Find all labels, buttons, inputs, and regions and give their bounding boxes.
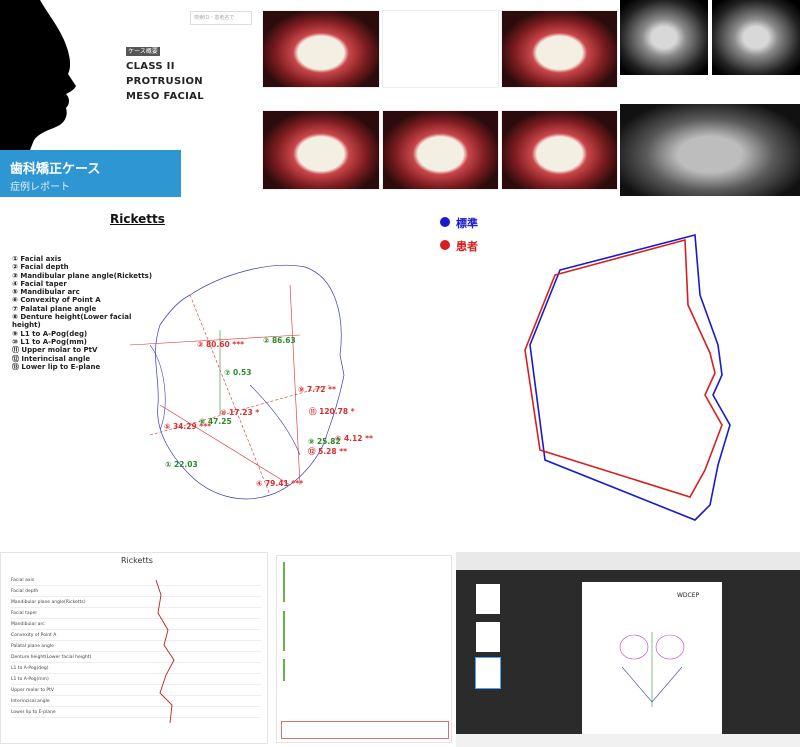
legend-patient-dot — [440, 240, 450, 250]
table-row: Convexity of Point A — [11, 630, 261, 641]
table-row: L1 to A-Pog(deg) — [11, 663, 261, 674]
notes-block — [283, 611, 363, 651]
ricketts-title: Ricketts — [110, 212, 165, 226]
value-label: ⑩ 17.23 * — [220, 408, 260, 417]
table-row: Palatal plane angle — [11, 641, 261, 652]
notes-warning — [281, 721, 449, 739]
case-cover: 検索ID・患者名で ケース概要 CLASS II PROTRUSION MESO… — [0, 0, 262, 197]
table-body: Facial axis Facial depth Mandibular plan… — [11, 575, 261, 718]
empty-photo-slot — [382, 10, 499, 88]
pdf-viewer: WDCEP — [456, 552, 800, 747]
report-title: 歯科矯正ケース — [10, 162, 101, 177]
legend-standard-dot — [440, 217, 450, 227]
legend-standard-label: 標準 — [456, 217, 478, 230]
table-row: Mandibular plane angle(Ricketts) — [11, 597, 261, 608]
case-facial: MESO FACIAL — [126, 91, 204, 102]
profile-comparison — [524, 233, 731, 521]
search-input[interactable]: 検索ID・患者名で — [190, 11, 252, 25]
case-profile: PROTRUSION — [126, 76, 203, 87]
notes-page — [276, 555, 452, 743]
case-tag: ケース概要 — [126, 47, 160, 56]
value-label: ⑥ 4.12 ** — [335, 434, 373, 443]
value-label: ⑪ 120.78 * — [309, 407, 355, 416]
pdf-page: WDCEP — [582, 582, 722, 737]
page-thumbnail-active[interactable] — [475, 657, 501, 689]
page-thumbnail[interactable] — [476, 622, 500, 652]
intraoral-left-photo — [501, 110, 618, 190]
table-row: Lower lip to E-plane — [11, 707, 261, 718]
table-row: Facial taper — [11, 608, 261, 619]
value-label: ⑦ 0.53 — [224, 368, 252, 377]
value-label: ① 22.03 — [165, 460, 198, 469]
table-row: L1 to A-Pog(mm) — [11, 674, 261, 685]
panoramic-xray — [620, 104, 800, 196]
table-trend-line — [155, 579, 175, 724]
report-subtitle: 症例レポート — [10, 182, 70, 193]
value-label: ③ 80.60 *** — [197, 340, 245, 349]
legend-patient-label: 患者 — [456, 240, 478, 253]
lateral-ceph-xray — [620, 0, 708, 75]
taskbar — [456, 734, 800, 747]
browser-toolbar — [456, 552, 800, 570]
face-silhouette-icon — [0, 0, 76, 150]
table-row: Interincisal angle — [11, 696, 261, 707]
table-row: Denture height(Lower facial height) — [11, 652, 261, 663]
intraoral-upper-photo — [262, 10, 380, 88]
value-label: ⑨ 7.72 ** — [298, 385, 336, 394]
intraoral-lower-photo — [501, 10, 618, 88]
table-row: Upper molar to PtV — [11, 685, 261, 696]
value-label: ④ 79.41 *** — [256, 479, 304, 488]
pdf-doc-title: WDCEP — [677, 592, 700, 599]
table-title: Ricketts — [121, 556, 153, 565]
notes-block — [283, 562, 343, 602]
collage: { "cover": { "search_placeholder": "検索ID… — [0, 0, 800, 747]
frontal-ceph-xray — [712, 0, 800, 75]
value-label: ② 86.63 — [263, 336, 296, 345]
ricketts-table: Ricketts Facial axis Facial depth Mandib… — [0, 552, 268, 744]
table-row: Mandibular arc — [11, 619, 261, 630]
report-banner: 歯科矯正ケース 症例レポート — [0, 150, 181, 197]
notes-block — [283, 659, 343, 681]
case-class: CLASS II — [126, 61, 175, 72]
value-label: ⑫ 5.28 ** — [308, 447, 348, 456]
intraoral-right-photo — [262, 110, 380, 190]
page-thumbnail[interactable] — [476, 584, 500, 614]
frontal-tracing — [619, 632, 685, 707]
table-row: Facial axis — [11, 575, 261, 586]
intraoral-front-photo — [382, 110, 499, 190]
value-label: ⑧ 47.25 — [199, 417, 232, 426]
table-row: Facial depth — [11, 586, 261, 597]
value-label: ⑨ 25.82 — [308, 437, 341, 446]
